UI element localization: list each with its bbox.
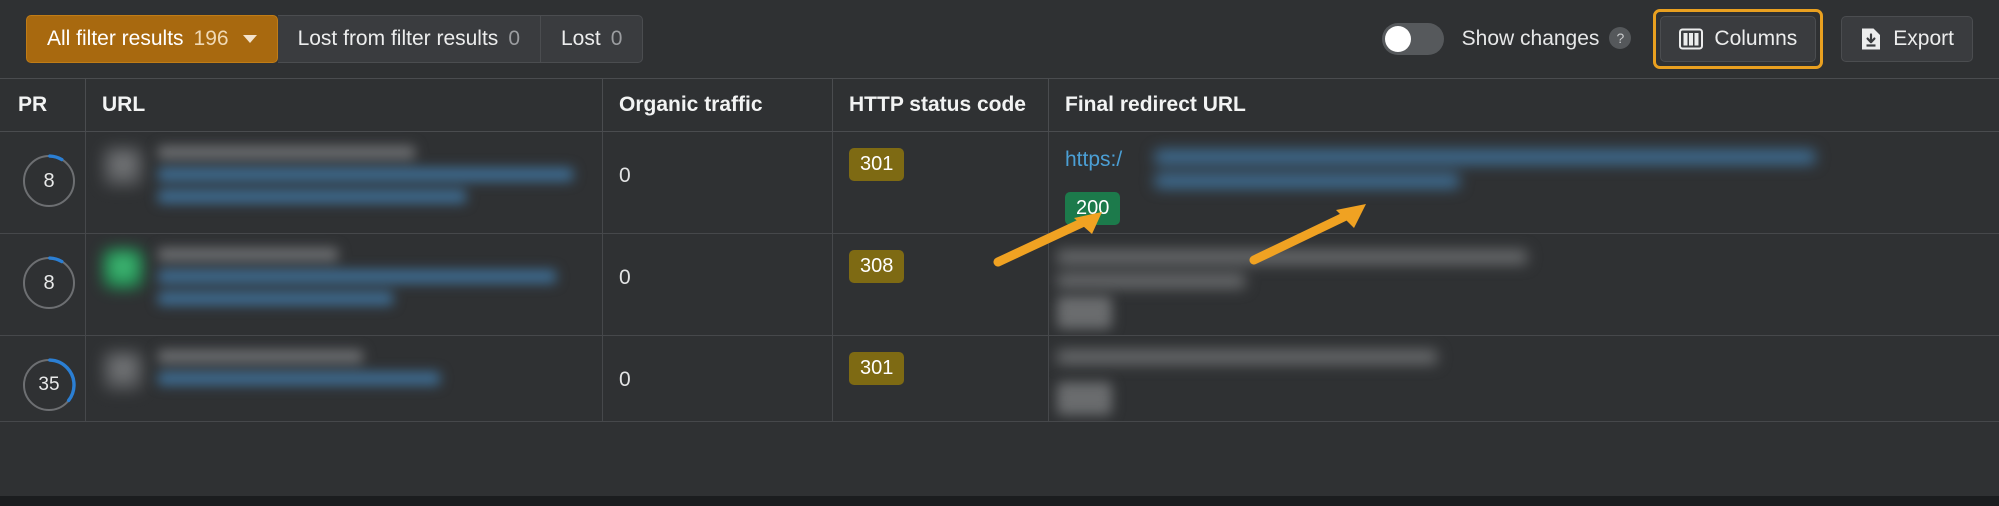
- pr-donut: 35: [22, 358, 76, 412]
- final-redirect-blurred: [1057, 250, 1527, 298]
- cell-http-status: 301: [833, 336, 1049, 421]
- organic-traffic-value: 0: [619, 164, 631, 187]
- cell-pr: 8: [0, 234, 86, 335]
- status-badge: 301: [849, 352, 905, 385]
- help-icon[interactable]: ?: [1609, 27, 1632, 49]
- cell-final-redirect-url[interactable]: 000: [1049, 234, 1999, 335]
- column-header-organic-traffic[interactable]: Organic traffic: [603, 79, 833, 131]
- column-header-pr[interactable]: PR: [0, 79, 86, 131]
- pr-value: 8: [43, 271, 55, 294]
- site-favicon: [102, 146, 144, 188]
- cell-pr: 35: [0, 336, 86, 421]
- show-changes-toggle[interactable]: [1381, 23, 1444, 55]
- show-changes-label-group: Show changes?: [1462, 27, 1632, 51]
- filter-tab-lost-from-label: Lost from filter results: [297, 27, 499, 50]
- table-row[interactable]: 8 0 308: [0, 234, 1999, 336]
- ahrefs-redirects-table-screen: All filter results 196 Lost from filter …: [0, 0, 1999, 506]
- filter-tab-all-filter-results[interactable]: All filter results 196: [26, 15, 278, 63]
- cell-url[interactable]: [86, 234, 603, 335]
- column-header-url[interactable]: URL: [86, 79, 603, 131]
- organic-traffic-value: 0: [619, 368, 631, 391]
- column-header-final-redirect-url[interactable]: Final redirect URL: [1049, 79, 1999, 131]
- columns-button[interactable]: Columns: [1660, 16, 1817, 62]
- cell-pr: 8: [0, 132, 86, 233]
- organic-traffic-value: 0: [619, 266, 631, 289]
- results-table: PR URL Organic traffic HTTP status code …: [0, 78, 1999, 422]
- final-status-badge: 000: [1057, 296, 1113, 329]
- columns-button-label: Columns: [1714, 27, 1798, 50]
- url-text-blurred: [158, 350, 586, 394]
- filter-tab-lost-from-count: 0: [508, 27, 520, 50]
- cell-final-redirect-url[interactable]: 000: [1049, 336, 1999, 421]
- filter-segmented-control[interactable]: All filter results 196 Lost from filter …: [26, 15, 644, 63]
- pr-value: 35: [38, 374, 60, 395]
- filter-tab-lost[interactable]: Lost 0: [541, 15, 644, 63]
- cell-http-status: 301: [833, 132, 1049, 233]
- url-text-blurred: [158, 146, 586, 212]
- columns-button-focus-ring: Columns: [1653, 9, 1824, 69]
- filter-tab-lost-label: Lost: [561, 27, 601, 50]
- site-favicon: [102, 248, 144, 290]
- filter-tab-lost-count: 0: [610, 27, 623, 50]
- chevron-down-icon[interactable]: [242, 35, 257, 43]
- toggle-knob: [1384, 26, 1411, 52]
- url-text-blurred: [158, 248, 586, 314]
- final-redirect-blurred: [1155, 150, 1815, 198]
- final-redirect-status-wrap: 200: [1065, 192, 1121, 225]
- column-header-http-status-code[interactable]: HTTP status code: [833, 79, 1049, 131]
- cell-url[interactable]: [86, 336, 603, 421]
- filter-tab-lost-from-filter-results[interactable]: Lost from filter results 0: [277, 15, 541, 63]
- toolbar-right-group: Show changes? Columns Export: [1381, 9, 1973, 69]
- table-header-row: PR URL Organic traffic HTTP status code …: [0, 78, 1999, 132]
- show-changes-label: Show changes: [1461, 27, 1600, 50]
- cell-final-redirect-url[interactable]: https:/ 200: [1049, 132, 1999, 233]
- pr-value: 8: [43, 169, 55, 192]
- final-status-badge: 000: [1057, 382, 1113, 415]
- site-favicon: [102, 350, 144, 392]
- final-redirect-status-wrap: 000: [1057, 382, 1113, 415]
- cell-organic-traffic: 0: [603, 336, 833, 421]
- pr-donut: 8: [22, 256, 76, 310]
- table-row[interactable]: 35 0 301 000: [0, 336, 1999, 422]
- final-status-badge: 200: [1065, 192, 1121, 225]
- bottom-edge-bar: [0, 496, 1999, 506]
- download-icon: [1860, 27, 1882, 51]
- final-redirect-status-wrap: 000: [1057, 296, 1113, 329]
- filter-tab-all-count: 196: [193, 27, 229, 50]
- final-redirect-link[interactable]: https:/: [1065, 148, 1122, 171]
- cell-organic-traffic: 0: [603, 132, 833, 233]
- cell-url[interactable]: [86, 132, 603, 233]
- status-badge: 301: [849, 148, 905, 181]
- table-row[interactable]: 8 0 301 https:/ 200: [0, 132, 1999, 234]
- pr-donut: 8: [22, 154, 76, 208]
- export-button-label: Export: [1893, 27, 1954, 50]
- cell-http-status: 308: [833, 234, 1049, 335]
- export-button[interactable]: Export: [1841, 16, 1973, 62]
- final-redirect-blurred: [1057, 350, 1437, 374]
- toolbar: All filter results 196 Lost from filter …: [0, 0, 1999, 78]
- columns-icon: [1679, 28, 1704, 50]
- filter-tab-all-label: All filter results: [47, 27, 184, 50]
- cell-organic-traffic: 0: [603, 234, 833, 335]
- status-badge: 308: [849, 250, 905, 283]
